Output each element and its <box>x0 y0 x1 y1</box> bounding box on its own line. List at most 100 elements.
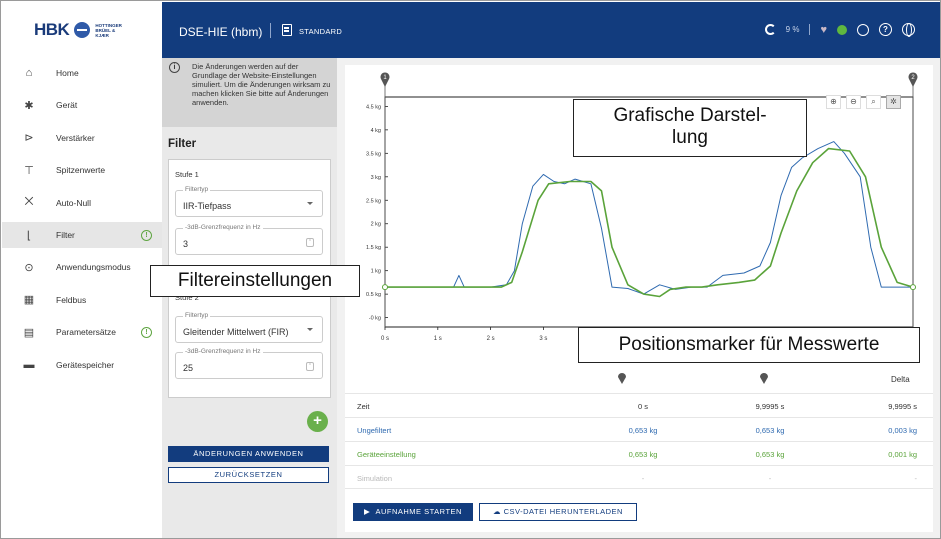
settings-gear-icon[interactable]: ✲ <box>886 95 901 109</box>
device-title[interactable]: DSE-HIE (hbm) <box>179 25 262 39</box>
warning-icon: ! <box>141 326 152 338</box>
y-tick-label: 3.5 kg <box>366 151 381 157</box>
amplifier-icon: ⊳ <box>24 132 34 145</box>
filter-icon: ⌊ <box>26 229 32 242</box>
delta-value: - <box>914 474 918 483</box>
filter-type-value: IIR-Tiefpass <box>183 201 232 211</box>
zoom-toolbar: ⊕ ⊖ ⌕ ✲ <box>826 95 901 109</box>
time-row: Zeit 0 s 9,9995 s 9,9995 s <box>345 393 933 417</box>
language-globe-icon[interactable] <box>902 23 915 37</box>
filter-stage-2: Stufe 2 Filtertyp Gleitender Mittelwert … <box>168 284 331 398</box>
sidebar-item-verstärker[interactable]: ⊳ Verstärker <box>2 125 162 151</box>
delta-value: 0,003 kg <box>888 426 917 435</box>
x-tick-label: 0 s <box>381 336 389 342</box>
marker-dot <box>382 284 388 291</box>
sidebar-item-feldbus[interactable]: ▦ Feldbus <box>2 287 162 313</box>
marker-1-value: 0,653 kg <box>628 426 658 435</box>
target-icon: ⊙ <box>24 261 34 274</box>
y-tick-label: 2.5 kg <box>366 198 381 204</box>
cpu-load-value: 9 % <box>785 25 800 34</box>
status-divider <box>809 24 811 35</box>
sidebar-item-filter[interactable]: ⌊ Filter! <box>2 222 162 248</box>
stepper-icon[interactable]: ⌃ <box>306 362 314 371</box>
document-icon: ▤ <box>23 326 35 339</box>
zoom-in-icon[interactable]: ⊕ <box>826 95 841 109</box>
mode-label[interactable]: STANDARD <box>299 27 342 36</box>
sidebar-item-label: Parametersätze <box>56 327 116 338</box>
marker-1-value: 0,653 kg <box>628 450 658 459</box>
warning-icon: ! <box>141 229 152 241</box>
stage-2-cutoff-input[interactable]: -3dB-Grenzfrequenz in Hz 25 ⌃ <box>175 348 323 379</box>
peak-icon: ⊤ <box>24 164 34 177</box>
table-row: Ungefiltert 0,653 kg 0,653 kg 0,003 kg <box>345 417 933 441</box>
delta-value: 0,001 kg <box>888 450 917 459</box>
fieldbus-icon: ▦ <box>23 294 35 307</box>
sidebar-item-gerät[interactable]: ✱ Gerät <box>2 92 162 118</box>
cloud-download-icon: ☁ <box>493 507 504 516</box>
apply-changes-button[interactable]: ÄNDERUNGEN ANWENDEN <box>168 446 329 462</box>
gear-icon: ✱ <box>24 99 34 112</box>
simulation-notice: i Die Änderungen werden auf der Grundlag… <box>162 58 337 127</box>
time-marker-2: 9,9995 s <box>755 402 785 411</box>
y-tick-label: 1 kg <box>371 269 381 275</box>
status-ok-icon <box>837 24 847 35</box>
cutoff-label: -3dB-Grenzfrequenz in Hz <box>183 224 263 231</box>
start-recording-button[interactable]: ▶ AUFNAHME STARTEN <box>353 503 473 521</box>
help-icon[interactable]: ? <box>879 23 892 36</box>
download-csv-label: CSV-DATEI HERUNTERLADEN <box>503 507 623 516</box>
table-row: Geräteeinstellung 0,653 kg 0,653 kg 0,00… <box>345 441 933 465</box>
stage-1-filter-type-select[interactable]: Filtertyp IIR-Tiefpass <box>175 186 323 217</box>
download-csv-button[interactable]: ☁ CSV-DATEI HERUNTERLADEN <box>479 503 637 521</box>
document-icon <box>282 24 292 36</box>
topbar-divider <box>270 23 271 38</box>
sidebar-item-label: Auto-Null <box>56 197 91 208</box>
y-tick-label: 4.5 kg <box>366 104 381 110</box>
sidebar-item-spitzenwerte[interactable]: ⊤ Spitzenwerte <box>2 157 162 183</box>
app-frame: HBK HOTTINGER BRÜEL & KJÆR ⌂ Home ✱ Gerät ⊳ V… <box>0 0 941 539</box>
stage-1-cutoff-input[interactable]: -3dB-Grenzfrequenz in Hz 3 ⌃ <box>175 224 323 255</box>
y-tick-label: -0 kg <box>369 316 381 322</box>
y-tick-label: 1.5 kg <box>366 245 381 251</box>
logo: HBK HOTTINGER BRÜEL & KJÆR <box>2 2 162 58</box>
delta-header: Delta <box>891 375 910 384</box>
sidebar-item-gerätespeicher[interactable]: ▬ Gerätespeicher <box>2 352 162 378</box>
sidebar-item-label: Verstärker <box>56 132 95 143</box>
marker-2-value: 0,653 kg <box>755 426 785 435</box>
sidebar-item-label: Anwendungsmodus <box>56 262 131 273</box>
marker-2-value: - <box>768 474 772 483</box>
zoom-reset-icon[interactable]: ⌕ <box>866 95 881 109</box>
folder-icon: ▬ <box>23 358 35 371</box>
sidebar-item-label: Home <box>56 68 79 78</box>
add-stage-button[interactable]: + <box>307 411 328 432</box>
zoom-out-icon[interactable]: ⊖ <box>846 95 861 109</box>
logo-subtitle: HOTTINGER BRÜEL & KJÆR <box>95 22 122 38</box>
series-name: Simulation <box>357 474 393 483</box>
sidebar-item-home[interactable]: ⌂ Home <box>2 60 162 86</box>
marker-2-value: 0,653 kg <box>755 450 785 459</box>
home-icon: ⌂ <box>25 67 33 79</box>
filter-type-value: Gleitender Mittelwert (FIR) <box>183 327 289 337</box>
top-bar: DSE-HIE (hbm) STANDARD 9 % ♥ ? <box>162 2 940 58</box>
time-marker-1: 0 s <box>637 402 648 411</box>
sidebar-item-label: Feldbus <box>56 294 87 305</box>
marker-1-pin-icon <box>618 373 626 384</box>
marker-1-value: - <box>641 474 645 483</box>
filter-type-label: Filtertyp <box>183 186 211 193</box>
callout-chart: Grafische Darstel- lung <box>573 99 807 157</box>
sidebar-item-auto-null[interactable]: ⨉ Auto-Null <box>2 190 162 216</box>
play-icon: ▶ <box>364 507 376 516</box>
sidebar-item-label: Gerätespeicher <box>56 359 115 370</box>
crosshair-icon[interactable] <box>857 23 869 36</box>
stage-2-filter-type-select[interactable]: Filtertyp Gleitender Mittelwert (FIR) <box>175 312 323 343</box>
stepper-icon[interactable]: ⌃ <box>306 238 314 247</box>
auto-zero-icon: ⨉ <box>24 196 34 209</box>
sidebar-item-anwendungsmodus[interactable]: ⊙ Anwendungsmodus <box>2 254 162 280</box>
reset-button[interactable]: ZURÜCKSETZEN <box>168 467 329 483</box>
filter-type-label: Filtertyp <box>183 312 211 319</box>
sidebar-item-parametersätze[interactable]: ▤ Parametersätze! <box>2 319 162 345</box>
filter-title: Filter <box>168 138 197 150</box>
sidebar: HBK HOTTINGER BRÜEL & KJÆR ⌂ Home ✱ Gerät ⊳ V… <box>2 2 162 538</box>
marker-2-pin-icon <box>760 373 768 384</box>
x-tick-label: 1 s <box>434 336 442 342</box>
series-name: Ungefiltert <box>357 426 392 435</box>
